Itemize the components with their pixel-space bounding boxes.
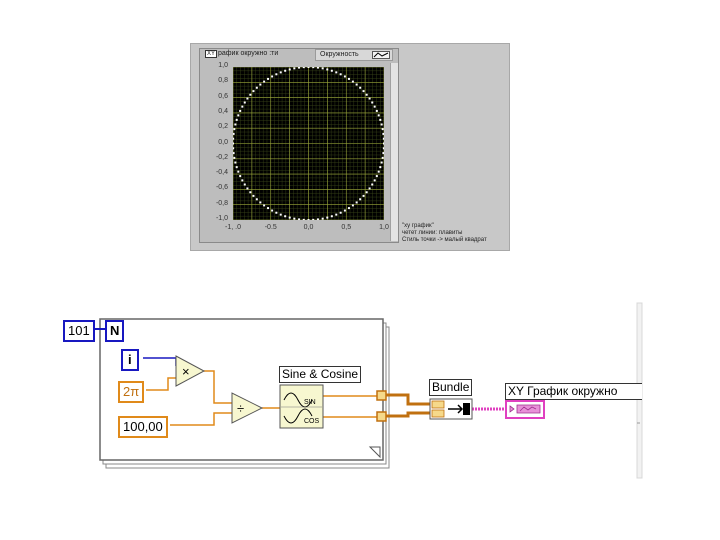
divide-symbol: ÷ xyxy=(237,401,244,416)
bundle-label: Bundle xyxy=(429,379,473,396)
loop-count-constant[interactable]: 101 xyxy=(63,320,95,342)
loop-count-terminal[interactable]: N xyxy=(105,320,125,342)
multiply-symbol: × xyxy=(182,364,190,379)
two-pi-constant[interactable]: 2π xyxy=(118,381,145,403)
block-diagram-wires: × ÷ SIN COS xyxy=(91,302,643,479)
divisor-constant[interactable]: 100,00 xyxy=(118,416,168,438)
cos-tunnel[interactable] xyxy=(376,411,387,422)
bundle-input-1 xyxy=(431,400,445,409)
bundle-output-block xyxy=(463,403,470,415)
sin-tunnel[interactable] xyxy=(376,390,387,401)
cos-array-wire xyxy=(386,411,430,418)
xy-graph-indicator-label: XY График окружно xyxy=(505,383,642,400)
iteration-terminal[interactable]: i xyxy=(121,349,139,371)
sin-label: SIN xyxy=(304,399,316,406)
sin-array-wire xyxy=(386,393,430,406)
cos-label: COS xyxy=(304,418,320,425)
bundle-input-2 xyxy=(431,409,445,418)
sine-cosine-label: Sine & Cosine xyxy=(279,366,362,383)
